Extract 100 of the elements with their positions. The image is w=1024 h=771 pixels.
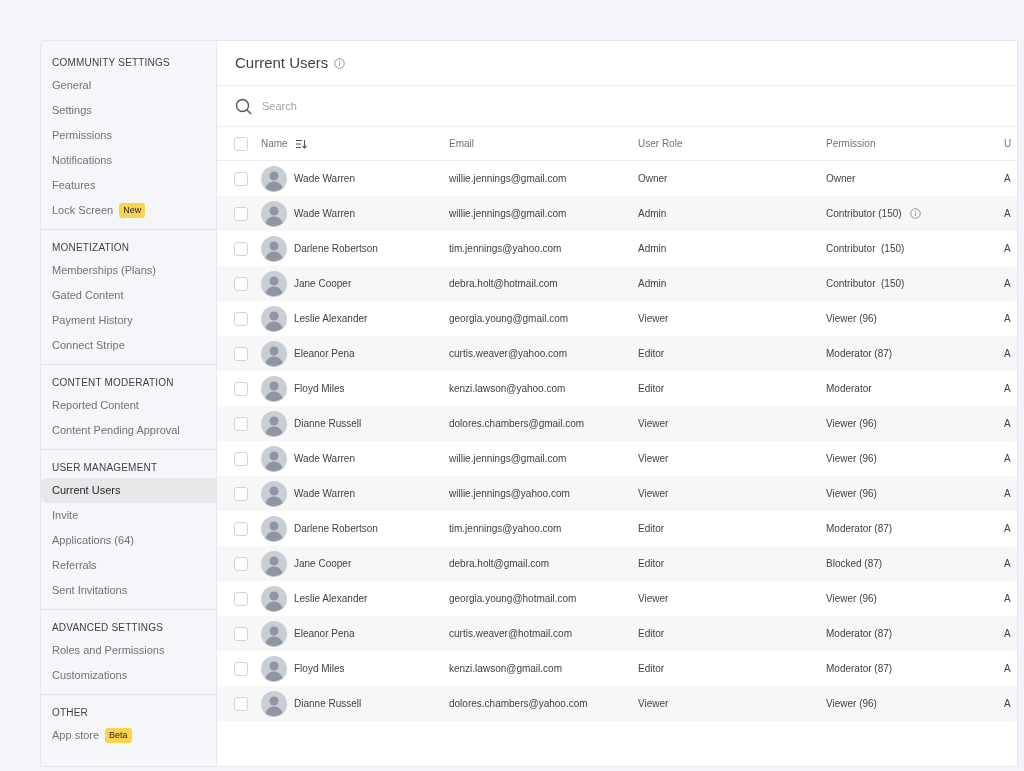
search-field[interactable]: Search bbox=[262, 97, 562, 115]
checkbox[interactable] bbox=[234, 241, 248, 256]
sidebar-item[interactable]: Customizations bbox=[41, 663, 216, 688]
sidebar-item[interactable]: Gated Content bbox=[41, 283, 216, 308]
table-cell-text: curtis.weaver@yahoo.com bbox=[449, 347, 567, 361]
checkbox[interactable] bbox=[234, 451, 248, 466]
sidebar-label: Notifications bbox=[52, 153, 112, 169]
table-cell-text: Viewer bbox=[638, 452, 669, 466]
table-cell-text: Dianne Russell bbox=[294, 697, 362, 711]
sidebar-label: Features bbox=[52, 178, 96, 194]
table-cell-text: Wade Warren bbox=[294, 452, 355, 466]
table-cell-text: georgia.young@hotmail.com bbox=[449, 592, 577, 606]
checkbox[interactable] bbox=[234, 626, 248, 641]
sidebar-label: Connect Stripe bbox=[52, 338, 125, 354]
sidebar-item[interactable]: Roles and Permissions bbox=[41, 638, 216, 663]
column-header: Name bbox=[261, 137, 288, 151]
table-cell-text: Admin bbox=[638, 207, 667, 221]
table-cell-text: Floyd Miles bbox=[294, 382, 345, 396]
sort-icon[interactable] bbox=[295, 138, 307, 149]
table-cell-text: georgia.young@gmail.com bbox=[449, 312, 569, 326]
checkbox[interactable] bbox=[234, 696, 248, 711]
avatar bbox=[261, 165, 287, 192]
page-title: Current Users bbox=[235, 52, 329, 73]
avatar bbox=[261, 305, 287, 332]
sidebar-label: Lock Screen bbox=[52, 203, 114, 219]
sidebar-item[interactable]: Connect Stripe bbox=[41, 333, 216, 358]
checkbox[interactable] bbox=[234, 521, 248, 536]
checkbox[interactable] bbox=[234, 591, 248, 606]
table-cell-text: debra.holt@hotmail.com bbox=[449, 277, 558, 291]
table-cell-text: Editor bbox=[638, 557, 665, 571]
sidebar-item[interactable]: Notifications bbox=[41, 148, 216, 173]
sidebar-item[interactable]: Applications (64) bbox=[41, 528, 216, 553]
table-cell-text: dolores.chambers@gmail.com bbox=[449, 417, 585, 431]
table-cell-text: Editor bbox=[638, 522, 665, 536]
info-icon bbox=[909, 208, 921, 219]
checkbox[interactable] bbox=[234, 416, 248, 431]
sidebar-item[interactable]: Invite bbox=[41, 503, 216, 528]
avatar bbox=[261, 620, 287, 647]
sidebar-item[interactable]: Memberships (Plans) bbox=[41, 258, 216, 283]
checkbox[interactable] bbox=[234, 661, 248, 676]
sidebar-item[interactable]: Sent Invitations bbox=[41, 578, 216, 603]
sidebar-item[interactable]: Payment History bbox=[41, 308, 216, 333]
sidebar-label: Content Pending Approval bbox=[52, 423, 180, 439]
checkbox[interactable] bbox=[234, 346, 248, 361]
table-cell-text: A bbox=[1004, 242, 1011, 256]
table-cell-text: A bbox=[1004, 662, 1011, 676]
table-cell-text: Darlene Robertson bbox=[294, 522, 378, 536]
table-cell-text: Leslie Alexander bbox=[294, 592, 368, 606]
sidebar-item[interactable]: Settings bbox=[41, 98, 216, 123]
sidebar-label: App store bbox=[52, 728, 100, 744]
table-cell-text: Moderator (87) bbox=[826, 662, 893, 676]
table-cell-text: Editor bbox=[638, 347, 665, 361]
sidebar-item[interactable]: App store Beta bbox=[41, 723, 216, 748]
sidebar-label: Reported Content bbox=[52, 398, 139, 414]
table-cell-text: A bbox=[1004, 522, 1011, 536]
sidebar-label: Customizations bbox=[52, 668, 128, 684]
section-heading: USER MANAGEMENT bbox=[51, 461, 159, 475]
checkbox[interactable] bbox=[234, 206, 248, 221]
sidebar-item[interactable]: Reported Content bbox=[41, 393, 216, 418]
column-header: Permission bbox=[826, 137, 876, 151]
checkbox[interactable] bbox=[234, 171, 248, 186]
avatar bbox=[261, 480, 287, 507]
sidebar-item[interactable]: Referrals bbox=[41, 553, 216, 578]
avatar bbox=[261, 375, 287, 402]
checkbox[interactable] bbox=[234, 311, 248, 326]
sidebar-item[interactable]: Permissions bbox=[41, 123, 216, 148]
sidebar-item[interactable]: Features bbox=[41, 173, 216, 198]
sidebar-item[interactable]: Current Users bbox=[41, 478, 216, 503]
table-cell-text: Contributor (150) bbox=[826, 277, 905, 291]
checkbox[interactable] bbox=[234, 556, 248, 571]
table-cell-text: willie.jennings@yahoo.com bbox=[449, 487, 570, 501]
table-cell-text: Jane Cooper bbox=[294, 277, 352, 291]
checkbox[interactable] bbox=[234, 276, 248, 291]
table-cell-text: tim.jennings@yahoo.com bbox=[449, 522, 562, 536]
table-cell-text: A bbox=[1004, 697, 1011, 711]
table-cell-text: Moderator bbox=[826, 382, 872, 396]
sidebar-item[interactable]: Lock Screen New bbox=[41, 198, 216, 223]
table-cell-text: Wade Warren bbox=[294, 172, 355, 186]
table-cell-text: A bbox=[1004, 382, 1011, 396]
table-cell-text: Jane Cooper bbox=[294, 557, 352, 571]
table-cell-text: Dianne Russell bbox=[294, 417, 362, 431]
checkbox[interactable] bbox=[234, 381, 248, 396]
table-cell-text: Viewer bbox=[638, 417, 669, 431]
avatar bbox=[261, 690, 287, 717]
table-cell-text: Viewer bbox=[638, 312, 669, 326]
table-cell-text: tim.jennings@yahoo.com bbox=[449, 242, 562, 256]
table-cell-text: A bbox=[1004, 487, 1011, 501]
table-cell-text: Contributor (150) bbox=[826, 242, 905, 256]
sidebar-item[interactable]: Content Pending Approval bbox=[41, 418, 216, 443]
sidebar-label: Referrals bbox=[52, 558, 97, 574]
sidebar-item[interactable]: General bbox=[41, 73, 216, 98]
avatar bbox=[261, 655, 287, 682]
checkbox[interactable] bbox=[234, 486, 248, 501]
table-cell-text: A bbox=[1004, 417, 1011, 431]
checkbox[interactable] bbox=[234, 136, 248, 151]
avatar bbox=[261, 200, 287, 227]
search-icon bbox=[235, 97, 252, 115]
table-cell-text: Editor bbox=[638, 382, 665, 396]
sidebar-label: Applications (64) bbox=[52, 533, 134, 549]
table-cell-text: kenzi.lawson@yahoo.com bbox=[449, 382, 566, 396]
